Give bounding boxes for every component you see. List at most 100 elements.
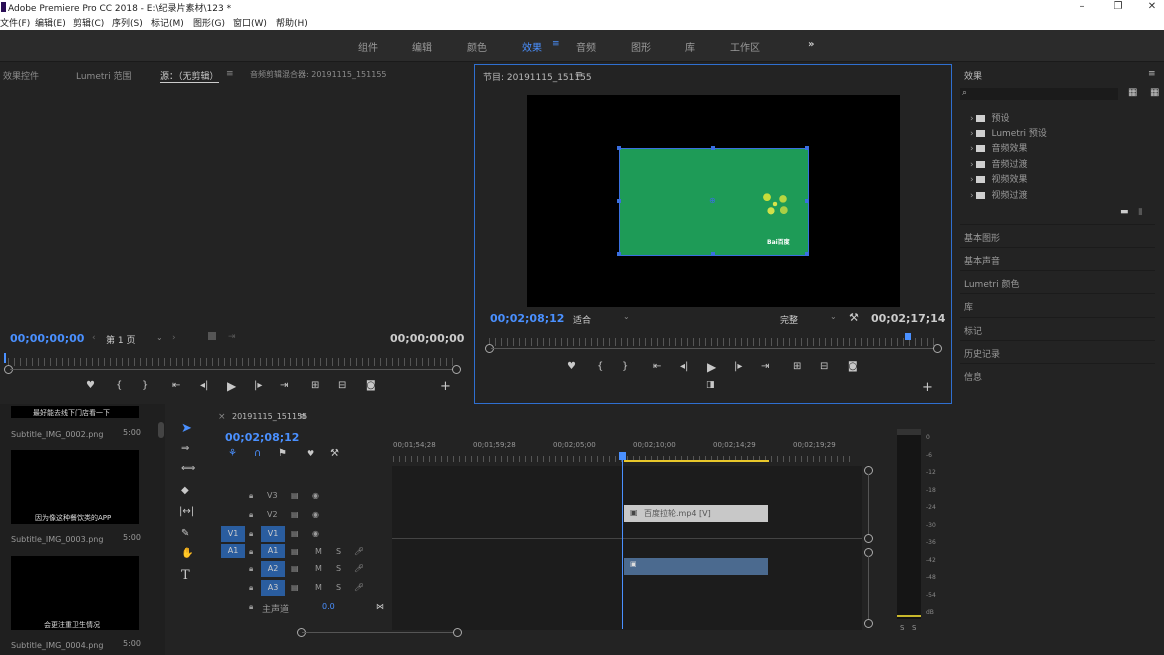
program-menu-icon[interactable]: ≡ [575, 70, 583, 80]
voiceover-icon[interactable]: 🎤︎ [354, 564, 364, 573]
video-scroll-handle-bottom[interactable] [864, 534, 873, 543]
program-zoom-bar[interactable] [491, 348, 937, 349]
source-zoom-end-handle[interactable] [452, 365, 461, 374]
track-select-tool-icon[interactable]: ⇒ [181, 443, 189, 454]
workspace-color[interactable]: 颜色 [467, 39, 487, 54]
voiceover-icon[interactable]: 🎤︎ [354, 547, 364, 556]
go-to-out-icon[interactable]: ⇥ [280, 380, 288, 391]
timeline-settings-icon[interactable]: ⚒ [330, 448, 339, 459]
effects-folder-lumetri[interactable]: › Lumetri 预设 [970, 126, 1047, 139]
master-go-to-icon[interactable]: ⋈ [376, 602, 384, 611]
effects-title[interactable]: 效果 [964, 69, 982, 82]
minimize-button[interactable]: – [1070, 0, 1094, 14]
program-playhead[interactable] [905, 333, 911, 340]
track-header-master[interactable]: 🔒︎ 主声道 0.0 ⋈ [212, 599, 392, 617]
effects-folder-audio-transitions[interactable]: › 音频过渡 [970, 157, 1027, 170]
tab-lumetri-scopes[interactable]: Lumetri 范围 [76, 69, 131, 82]
section-history[interactable]: 历史记录 [960, 340, 1155, 363]
toggle-sync-icon[interactable]: ▤ [291, 529, 299, 538]
project-thumbnail-2[interactable]: 因为像这种餐饮类的APP [11, 450, 139, 524]
snap-icon[interactable]: ∩ [254, 448, 261, 459]
lock-icon[interactable]: 🔒︎ [249, 510, 253, 520]
prog-mark-in-icon[interactable]: { [597, 361, 603, 372]
menu-sequence[interactable]: 序列(S) [112, 16, 143, 29]
solo-left-button[interactable]: S [900, 624, 904, 632]
add-marker-icon[interactable]: ♥ [86, 380, 95, 391]
lift-icon[interactable]: ⊞ [793, 361, 801, 372]
overwrite-button-icon[interactable]: ⊟ [338, 380, 346, 391]
track-header-a3[interactable]: 🔒︎ A3 ▤ M S 🎤︎ [212, 580, 392, 598]
toggle-sync-icon[interactable]: ▤ [291, 510, 299, 519]
lock-icon[interactable]: 🔒︎ [249, 564, 253, 574]
audio-scrollbar[interactable] [868, 556, 869, 619]
section-essential-sound[interactable]: 基本声音 [960, 247, 1155, 270]
transform-handle-b[interactable] [711, 252, 715, 256]
video-scrollbar[interactable] [868, 474, 869, 534]
workspace-audio[interactable]: 音频 [576, 39, 596, 54]
track-label-a2[interactable]: A2 [261, 561, 285, 577]
timeline-playhead[interactable] [622, 454, 623, 629]
timeline-playhead-handle[interactable] [619, 452, 626, 460]
button-editor-icon[interactable]: + [440, 379, 451, 394]
section-libraries[interactable]: 库 [960, 293, 1155, 316]
workspace-graphics[interactable]: 图形 [631, 39, 651, 54]
source-timecode-left[interactable]: 00;00;00;00 [10, 332, 84, 345]
prog-mark-out-icon[interactable]: } [622, 361, 628, 372]
prog-go-to-out-icon[interactable]: ⇥ [761, 361, 769, 372]
project-item-name[interactable]: Subtitle_IMG_0002.png [11, 430, 103, 439]
program-timecode-left[interactable]: 00;02;08;12 [490, 312, 564, 325]
insert-button-icon[interactable]: ⊞ [311, 380, 319, 391]
close-button[interactable]: ✕ [1140, 0, 1164, 14]
program-zoom-end-handle[interactable] [933, 344, 942, 353]
workspace-assembly[interactable]: 组件 [358, 39, 378, 54]
menu-edit[interactable]: 编辑(E) [35, 16, 66, 29]
work-area-bar[interactable] [624, 460, 769, 462]
effects-menu-icon[interactable]: ≡ [1148, 69, 1156, 79]
workspace-effects[interactable]: 效果 [522, 39, 542, 54]
mark-in-icon[interactable]: { [116, 380, 122, 391]
timeline-timecode[interactable]: 00;02;08;12 [225, 431, 299, 444]
workspace-libraries[interactable]: 库 [685, 39, 695, 54]
maximize-button[interactable]: ❐ [1106, 0, 1130, 14]
project-item-name[interactable]: Subtitle_IMG_0003.png [11, 535, 103, 544]
mute-icon[interactable]: M [315, 564, 322, 573]
track-header-a1[interactable]: A1 🔒︎ A1 ▤ M S 🎤︎ [212, 544, 392, 562]
safe-margins-icon[interactable] [208, 332, 216, 340]
audio-clip[interactable]: ▣ [624, 558, 768, 575]
mark-out-icon[interactable]: } [142, 380, 148, 391]
timeline-menu-icon[interactable]: ≡ [299, 412, 307, 422]
program-ruler[interactable] [489, 338, 939, 346]
solo-icon[interactable]: S [336, 583, 341, 592]
lock-icon[interactable]: 🔒︎ [249, 583, 253, 593]
section-markers[interactable]: 标记 [960, 317, 1155, 340]
type-tool-icon[interactable]: T [181, 568, 190, 583]
razor-tool-icon[interactable]: ◆ [181, 485, 189, 496]
transform-handle-t[interactable] [711, 146, 715, 150]
toggle-sync-icon[interactable]: ▤ [291, 564, 299, 573]
prog-add-marker-icon[interactable]: ♥ [567, 361, 576, 372]
prev-page-icon[interactable]: ‹ [92, 333, 96, 343]
toggle-sync-icon[interactable]: ▤ [291, 583, 299, 592]
track-label-a3[interactable]: A3 [261, 580, 285, 596]
lock-icon[interactable]: 🔒︎ [249, 491, 253, 501]
workspace-menu-icon[interactable]: ≡ [552, 39, 560, 49]
program-monitor[interactable]: Bai百度 ⊕ [527, 95, 900, 307]
source-patch-a1[interactable]: A1 [221, 544, 245, 558]
timeline-zoom-end-handle[interactable] [453, 628, 462, 637]
menu-clip[interactable]: 剪辑(C) [73, 16, 104, 29]
menu-help[interactable]: 帮助(H) [276, 16, 308, 29]
effects-folder-video-effects[interactable]: › 视频效果 [970, 172, 1027, 185]
mute-icon[interactable]: M [315, 547, 322, 556]
track-header-v1[interactable]: V1 🔒︎ V1 ▤ ◉ [212, 526, 392, 544]
transform-handle-r[interactable] [805, 199, 809, 203]
section-lumetri-color[interactable]: Lumetri 颜色 [960, 270, 1155, 293]
selection-tool-icon[interactable]: ➤ [181, 421, 192, 436]
fit-dropdown-icon[interactable]: ⌄ [623, 312, 630, 321]
source-zoom-bar[interactable] [10, 369, 456, 370]
next-page-icon[interactable]: › [172, 333, 176, 343]
prog-step-back-icon[interactable]: ◂| [680, 361, 688, 372]
voiceover-icon[interactable]: 🎤︎ [354, 583, 364, 592]
accelerated-effects-icon[interactable]: ▦ [1128, 87, 1137, 98]
eye-icon[interactable]: ◉ [312, 529, 319, 538]
solo-icon[interactable]: S [336, 564, 341, 573]
